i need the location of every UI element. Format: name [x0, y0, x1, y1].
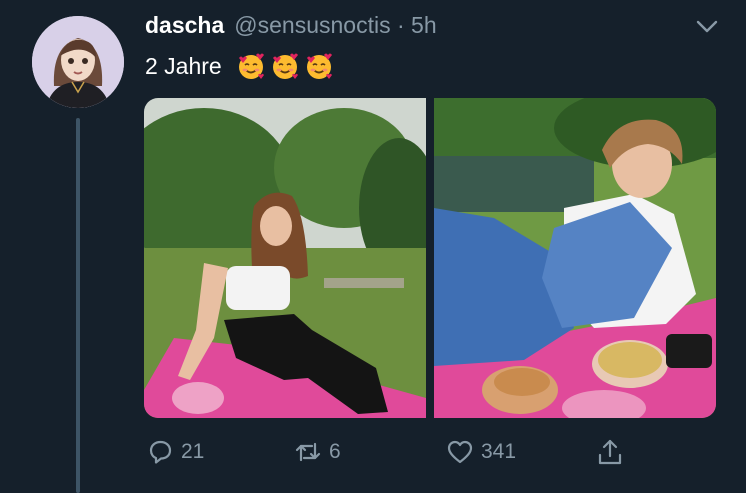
avatar[interactable] [32, 16, 124, 108]
tweet-actions: 21 6 341 [145, 432, 635, 472]
smiling-face-with-hearts-icon [272, 53, 298, 79]
photo-boy-on-picnic-blanket [434, 98, 716, 418]
share-icon [598, 439, 622, 465]
handle-text: @sensusnoctis [234, 12, 391, 38]
avatar-illustration [32, 16, 124, 108]
tweet-menu-chevron[interactable] [694, 16, 720, 36]
chevron-down-icon [696, 20, 718, 33]
display-name[interactable]: dascha [145, 12, 224, 39]
tweet-header: dascha @sensusnoctis · 5h [145, 12, 437, 44]
share-button[interactable] [595, 432, 625, 472]
photo-girl-on-picnic-blanket [144, 98, 426, 418]
retweet-icon [295, 442, 321, 462]
smiling-face-with-hearts-icon [238, 53, 264, 79]
heart-icon [447, 440, 473, 464]
tweet-media-grid [144, 98, 716, 418]
thread-connector-line [76, 118, 80, 493]
smiling-face-with-hearts-icon [306, 53, 332, 79]
reply-count: 21 [181, 440, 205, 463]
photo-2[interactable] [434, 98, 716, 418]
tweet-body: 2 Jahre [145, 48, 334, 84]
reply-icon [149, 440, 172, 464]
like-count: 341 [481, 440, 517, 463]
user-handle[interactable]: @sensusnoctis · 5h [234, 12, 436, 39]
separator-dot: · [396, 12, 405, 38]
like-button[interactable]: 341 [445, 432, 516, 472]
timestamp[interactable]: 5h [411, 12, 437, 38]
emoji-group [236, 51, 334, 81]
reply-button[interactable]: 21 [145, 432, 204, 472]
photo-1[interactable] [144, 98, 426, 418]
retweet-count: 6 [329, 440, 341, 463]
retweet-button[interactable]: 6 [293, 432, 341, 472]
tweet-text: 2 Jahre [145, 52, 222, 79]
